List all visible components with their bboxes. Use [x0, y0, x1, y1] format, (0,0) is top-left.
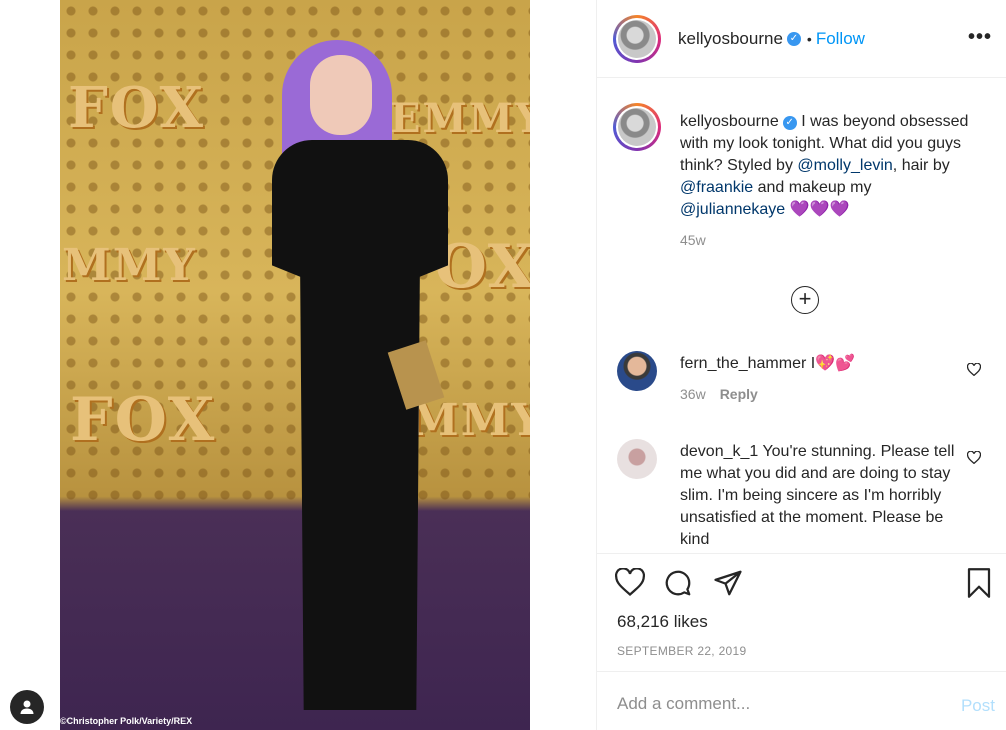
figure-face — [310, 55, 372, 135]
comment-username[interactable]: fern_the_hammer — [680, 355, 806, 372]
comments-list[interactable]: kellyosbourne ✓ I was beyond obsessed wit… — [597, 79, 1006, 553]
backdrop-text: EMMYS — [390, 95, 530, 142]
load-more-comments-icon[interactable]: + — [791, 286, 819, 314]
mention-link[interactable]: @molly_levin — [797, 157, 892, 174]
backdrop-text: FOX — [68, 75, 206, 141]
backdrop-text: MMY — [62, 240, 197, 291]
reply-button[interactable]: Reply — [720, 386, 758, 402]
save-bookmark-icon[interactable] — [965, 568, 993, 603]
add-comment-bar: Post — [597, 671, 1006, 730]
verified-badge-icon: ✓ — [786, 31, 801, 46]
instagram-post-page: FOX EMMYS MMY FOX FOX MMY ©Christopher P… — [0, 0, 1006, 730]
mention-link[interactable]: @juliannekaye — [680, 201, 785, 218]
likes-count[interactable]: 68,216 likes — [617, 612, 708, 632]
caption-username[interactable]: kellyosbourne — [680, 113, 779, 130]
photo-credit: ©Christopher Polk/Variety/REX — [60, 716, 193, 726]
post-actions: 68,216 likes SEPTEMBER 22, 2019 — [597, 553, 1006, 671]
comment-time[interactable]: 36w — [680, 386, 706, 402]
heart-emoji: 💖💕 — [815, 355, 856, 372]
separator-dot: • — [806, 30, 812, 47]
purple-hearts-emoji: 💜💜💜 — [789, 201, 850, 218]
photo-pane: FOX EMMYS MMY FOX FOX MMY ©Christopher P… — [0, 0, 596, 730]
follow-button[interactable]: Follow — [816, 29, 865, 49]
caption: kellyosbourne ✓ I was beyond obsessed wit… — [613, 103, 993, 263]
profile-icon[interactable] — [10, 690, 44, 724]
avatar[interactable] — [613, 103, 661, 151]
comment-meta: 36w Reply — [680, 383, 970, 405]
avatar[interactable] — [613, 14, 661, 63]
post-side-panel: kellyosbourne ✓ • Follow ••• kellyosbour… — [596, 0, 1006, 730]
avatar[interactable] — [617, 439, 657, 479]
avatar[interactable] — [617, 351, 657, 391]
comment-text: fern_the_hammer I💖💕 36w Reply — [680, 353, 970, 405]
caption-timestamp: 45w — [680, 229, 970, 251]
comment-bubble-icon[interactable] — [663, 568, 693, 603]
post-header: kellyosbourne ✓ • Follow ••• — [597, 0, 1006, 78]
more-options-icon[interactable]: ••• — [968, 26, 992, 49]
verified-badge-icon: ✓ — [782, 116, 797, 130]
action-icons — [614, 567, 993, 603]
like-comment-heart-icon[interactable] — [966, 362, 982, 379]
comment-item: fern_the_hammer I💖💕 36w Reply — [613, 351, 993, 421]
post-photo[interactable]: FOX EMMYS MMY FOX FOX MMY — [60, 0, 530, 730]
comment-username[interactable]: devon_k_1 — [680, 443, 758, 460]
header-username[interactable]: kellyosbourne — [678, 29, 783, 49]
comment-item: devon_k_1 You're stunning. Please tell m… — [613, 439, 993, 553]
caption-body: and makeup my — [757, 179, 872, 196]
caption-text: kellyosbourne ✓ I was beyond obsessed wit… — [680, 111, 970, 251]
like-heart-icon[interactable] — [614, 567, 646, 601]
caption-body: , hair by — [892, 157, 950, 174]
post-comment-button[interactable]: Post — [961, 696, 995, 716]
mention-link[interactable]: @fraankie — [680, 179, 753, 196]
share-paper-plane-icon[interactable] — [713, 568, 743, 603]
backdrop-text: FOX — [70, 385, 217, 455]
post-date[interactable]: SEPTEMBER 22, 2019 — [617, 644, 746, 658]
comment-text: devon_k_1 You're stunning. Please tell m… — [680, 441, 970, 551]
like-comment-heart-icon[interactable] — [966, 450, 982, 467]
caption-time[interactable]: 45w — [680, 232, 706, 248]
comment-input[interactable] — [617, 694, 917, 714]
